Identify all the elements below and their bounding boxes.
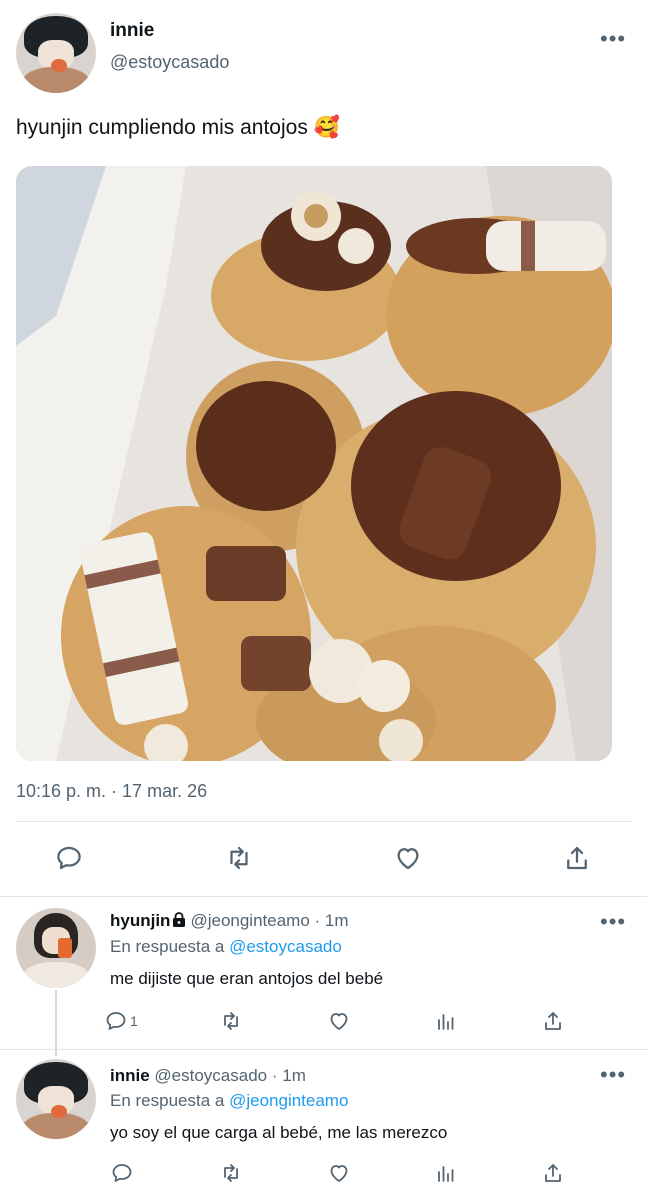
reply-prefix: En respuesta a [110, 1091, 225, 1110]
retweet-button[interactable] [213, 1155, 249, 1191]
share-icon [567, 846, 587, 870]
reply-author-name[interactable]: hyunjin [110, 911, 170, 930]
avatar-phone [57, 938, 72, 958]
like-button[interactable] [390, 840, 426, 876]
section-separator [0, 1049, 647, 1050]
reply-author-handle[interactable]: @estoycasado [154, 1066, 267, 1085]
retweet-icon [230, 846, 248, 870]
cookies-illustration [16, 166, 612, 761]
avatar-clothing [22, 962, 90, 988]
reply-author-handle[interactable]: @jeonginteamo [190, 911, 309, 930]
analytics-button[interactable] [428, 1155, 464, 1191]
like-button[interactable] [321, 1003, 357, 1039]
share-icon [545, 1164, 561, 1182]
reply-button[interactable] [104, 1155, 140, 1191]
reply-header: innie @estoycasado · 1m [110, 1066, 306, 1086]
reply-button[interactable] [51, 840, 87, 876]
author-handle[interactable]: @estoycasado [110, 52, 229, 73]
reply-avatar[interactable] [16, 1059, 96, 1139]
reply-avatar[interactable] [16, 908, 96, 988]
author-avatar[interactable] [16, 13, 96, 93]
retweet-icon [224, 1012, 238, 1030]
more-icon[interactable]: ••• [600, 911, 626, 933]
share-button[interactable] [559, 840, 595, 876]
tweet-text: hyunjin cumpliendo mis antojos 🥰 [16, 116, 340, 139]
share-button[interactable] [535, 1155, 571, 1191]
reply-author-name[interactable]: innie [110, 1066, 150, 1085]
like-icon [397, 848, 419, 870]
share-button[interactable] [535, 1003, 571, 1039]
reply-text: yo soy el que carga al bebé, me las mere… [110, 1123, 448, 1142]
reply-dot: · [267, 1066, 283, 1085]
reply-mention-link[interactable]: @estoycasado [229, 937, 342, 956]
reply-time: 1m [324, 911, 349, 930]
more-icon[interactable]: ••• [600, 28, 626, 50]
more-icon[interactable]: ••• [600, 1064, 626, 1086]
reply-header: hyunjin @jeonginteamo · 1m [110, 911, 349, 931]
analytics-icon [438, 1014, 454, 1030]
reply-prefix: En respuesta a [110, 937, 225, 956]
reply-count: 1 [130, 1013, 138, 1029]
reply-time: 1m [282, 1066, 306, 1085]
reply-context: En respuesta a @estoycasado [110, 937, 342, 957]
reply-icon [106, 1012, 126, 1030]
retweet-button[interactable] [221, 840, 257, 876]
section-separator [0, 896, 647, 897]
reply-button[interactable]: 1 [104, 1003, 150, 1039]
like-icon [330, 1165, 348, 1182]
thread-connector [55, 990, 57, 1056]
timestamp-divider [16, 821, 631, 822]
retweet-button[interactable] [213, 1003, 249, 1039]
share-icon [545, 1012, 561, 1030]
reply-text: me dijiste que eran antojos del bebé [110, 969, 384, 988]
retweet-icon [224, 1164, 238, 1182]
lock-icon [173, 912, 186, 927]
like-button[interactable] [321, 1155, 357, 1191]
reply-context: En respuesta a @jeonginteamo [110, 1091, 348, 1111]
like-icon [330, 1013, 348, 1030]
reply-dot: · [309, 911, 325, 930]
author-name[interactable]: innie [110, 20, 154, 42]
tweet-timestamp: 10:16 p. m. · 17 mar. 26 [16, 781, 208, 801]
reply-icon [57, 846, 81, 870]
reply-icon [112, 1164, 132, 1182]
analytics-icon [438, 1166, 454, 1182]
analytics-button[interactable] [428, 1003, 464, 1039]
tweet-photo[interactable] [16, 166, 612, 761]
reply-mention-link[interactable]: @jeonginteamo [229, 1091, 348, 1110]
